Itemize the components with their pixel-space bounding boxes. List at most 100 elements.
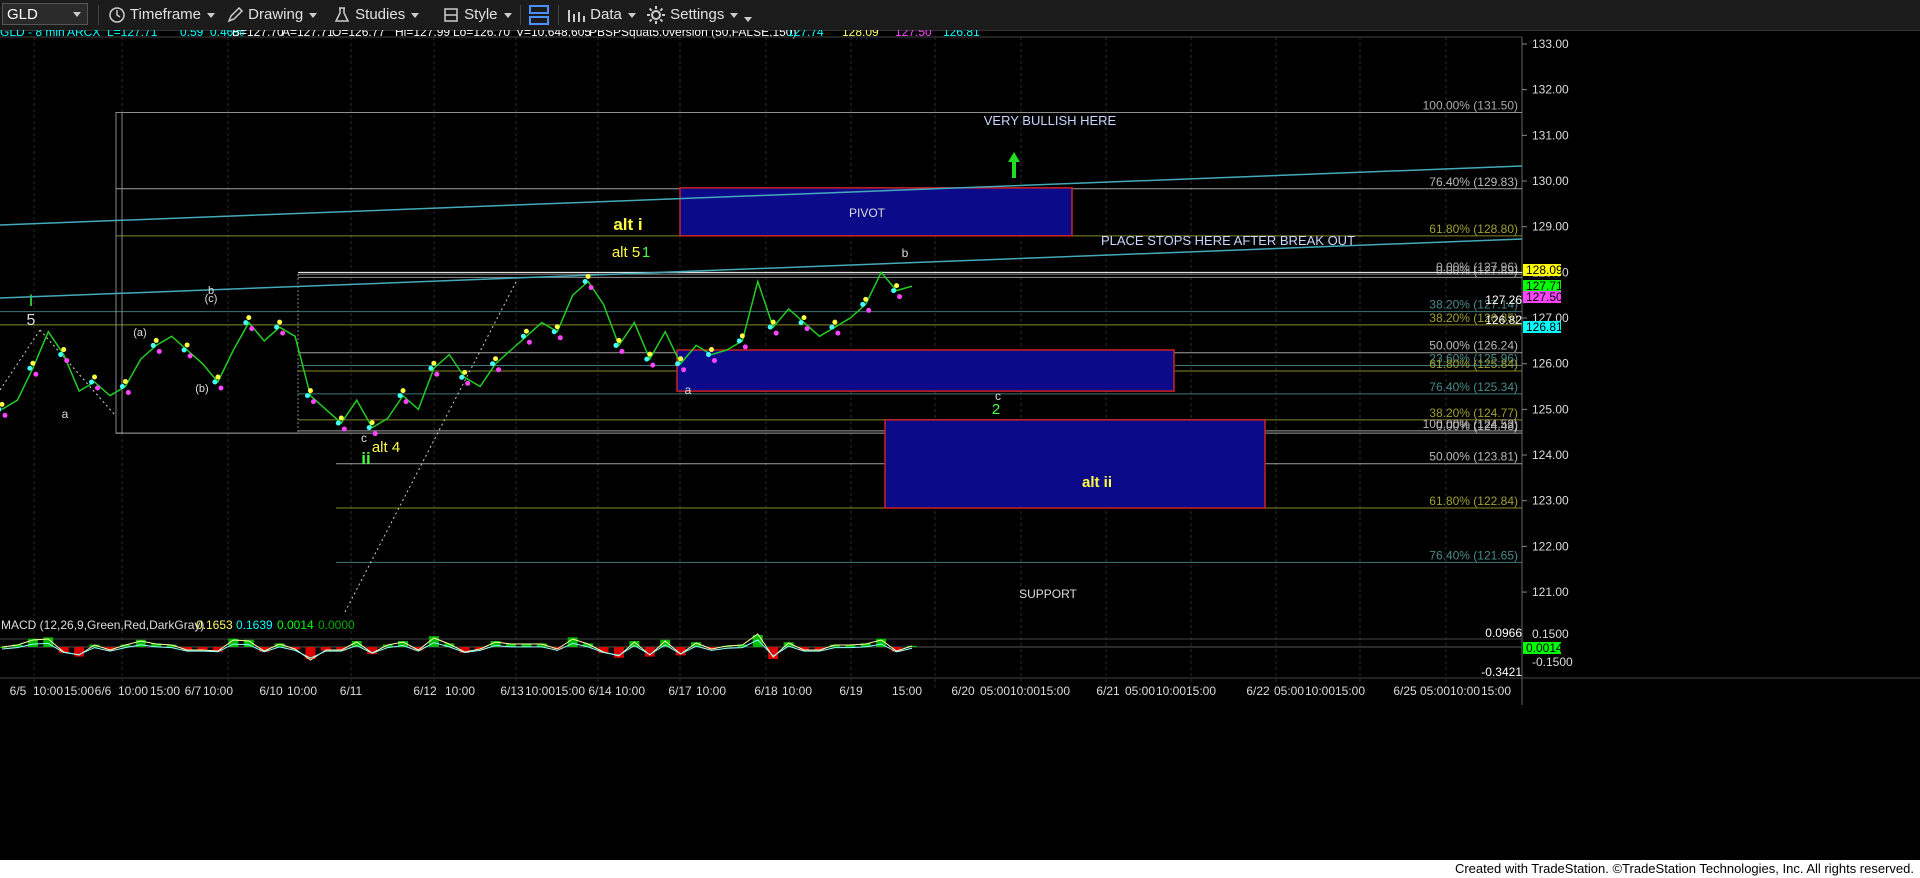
price-dot-lower	[218, 385, 224, 391]
price-dot-lower	[588, 284, 594, 290]
zone-label: SUPPORT	[1019, 587, 1077, 601]
wave-annotation: ii	[361, 449, 370, 468]
price-dot-upper	[30, 360, 36, 366]
price-dot-upper	[184, 342, 190, 348]
bullish-arrow-icon	[1008, 152, 1020, 178]
header-field: 0.59	[180, 30, 204, 39]
fib-level-label: 50.00% (123.81)	[1429, 450, 1518, 464]
price-dot-lower	[249, 326, 255, 332]
header-field: O=126.77	[332, 30, 385, 39]
price-dot-mid	[736, 338, 742, 344]
wave-annotation: PLACE STOPS HERE AFTER BREAK OUT	[1101, 233, 1355, 248]
y-tick-label: 125.00	[1532, 402, 1569, 416]
price-dot-upper	[801, 315, 807, 321]
price-dot-upper	[523, 328, 529, 334]
x-tick-label: 10:00	[203, 684, 233, 698]
wave-annotation: 5	[27, 312, 36, 329]
price-dot-mid	[459, 374, 465, 380]
price-axis-panel	[1522, 37, 1920, 860]
price-dot-lower	[434, 371, 440, 377]
price-dot-upper	[369, 420, 375, 426]
price-dot-lower	[804, 326, 810, 332]
fib-level-label: 61.80% (128.80)	[1429, 222, 1518, 236]
chevron-down-icon	[411, 12, 420, 18]
layout-button[interactable]	[528, 3, 550, 25]
price-dot-lower	[403, 399, 409, 405]
x-tick-label: 15:00	[64, 684, 94, 698]
price-dot-mid	[335, 420, 341, 426]
price-dot-lower	[95, 385, 101, 391]
price-dot-mid	[27, 365, 33, 371]
price-dot-upper	[770, 319, 776, 325]
y-tick-label: 129.00	[1532, 220, 1569, 234]
price-dot-mid	[243, 320, 249, 326]
price-zone-box	[676, 349, 1175, 392]
fib-level-label: 100.00% (131.50)	[1423, 99, 1518, 113]
y-tick-label: 131.00	[1532, 128, 1569, 142]
header-field: A=127.71	[282, 30, 334, 39]
header-field: Lo=126.70	[453, 30, 510, 39]
price-chart[interactable]: GLD - 8 min ARCX L=127.71 0.59 0.46%B=127.70…	[0, 30, 1920, 860]
x-tick-label: 6/18	[754, 684, 778, 698]
price-dot-lower	[526, 339, 532, 345]
x-tick-label: 10:00	[118, 684, 148, 698]
y-tick-label: 124.00	[1532, 448, 1569, 462]
price-dot-mid	[520, 333, 526, 339]
wave-annotation: VERY BULLISH HERE	[984, 113, 1117, 128]
price-dot-mid	[274, 324, 280, 330]
projection-line	[39, 329, 116, 416]
chevron-down-icon	[73, 12, 81, 17]
price-dot-lower	[866, 307, 872, 313]
x-tick-label: 10:00	[525, 684, 555, 698]
price-dot-upper	[863, 296, 869, 302]
settings-menu[interactable]: Settings	[646, 4, 753, 26]
x-tick-label: 10:00	[445, 684, 475, 698]
x-tick-label: 10:00	[615, 684, 645, 698]
studies-menu[interactable]: Studies	[333, 4, 420, 26]
price-dot-mid	[705, 352, 711, 358]
header-field: GLD - 8 min	[0, 30, 65, 39]
zone-label: PIVOT	[849, 206, 886, 220]
price-dot-lower	[280, 330, 286, 336]
y-tick-label: 130.00	[1532, 174, 1569, 188]
price-dot-upper	[894, 283, 900, 289]
macd-value: 0.1639	[236, 618, 273, 632]
symbol-selector[interactable]: GLD	[2, 3, 88, 25]
price-dot-lower	[681, 367, 687, 373]
price-dot-upper	[61, 347, 67, 353]
price-dot-mid	[397, 393, 403, 399]
price-dot-upper	[832, 319, 838, 325]
header-field: V=10,648,605	[516, 30, 591, 39]
wave-annotation: (a)	[133, 327, 146, 339]
price-dot-mid	[891, 288, 897, 294]
fib-level-label: 76.40% (121.65)	[1429, 548, 1518, 562]
x-tick-label: 15:00	[1481, 684, 1511, 698]
macd-side-label: 0.0014	[1526, 641, 1563, 655]
macd-y-tick: -0.1500	[1532, 655, 1573, 669]
data-menu[interactable]: Data	[566, 4, 636, 26]
wave-annotation: 1	[642, 244, 650, 261]
drawing-menu[interactable]: Drawing	[226, 4, 318, 26]
style-menu[interactable]: Style	[442, 4, 512, 26]
footer-bar: Created with TradeStation. ©TradeStation…	[0, 860, 1920, 878]
x-tick-label: 10:00	[1156, 684, 1186, 698]
timeframe-menu[interactable]: Timeframe	[108, 4, 216, 26]
clock-icon	[109, 7, 125, 23]
pencil-icon	[227, 6, 244, 23]
price-dot-upper	[462, 369, 468, 375]
layout-icon	[529, 5, 549, 25]
price-label-text: 127.50	[1526, 290, 1563, 304]
price-dot-mid	[150, 342, 156, 348]
x-tick-label: 05:00	[1420, 684, 1450, 698]
wave-annotation: b	[902, 246, 909, 260]
price-dot-mid	[798, 320, 804, 326]
price-dot-upper	[215, 374, 221, 380]
header-field: ARCX	[67, 30, 100, 39]
price-dot-mid	[212, 379, 218, 385]
x-tick-label: 10:00	[1305, 684, 1335, 698]
x-tick-label: 10:00	[1450, 684, 1480, 698]
price-dot-lower	[156, 348, 162, 354]
price-dot-mid	[0, 407, 2, 412]
x-tick-label: 10:00	[287, 684, 317, 698]
price-dot-upper	[708, 347, 714, 353]
